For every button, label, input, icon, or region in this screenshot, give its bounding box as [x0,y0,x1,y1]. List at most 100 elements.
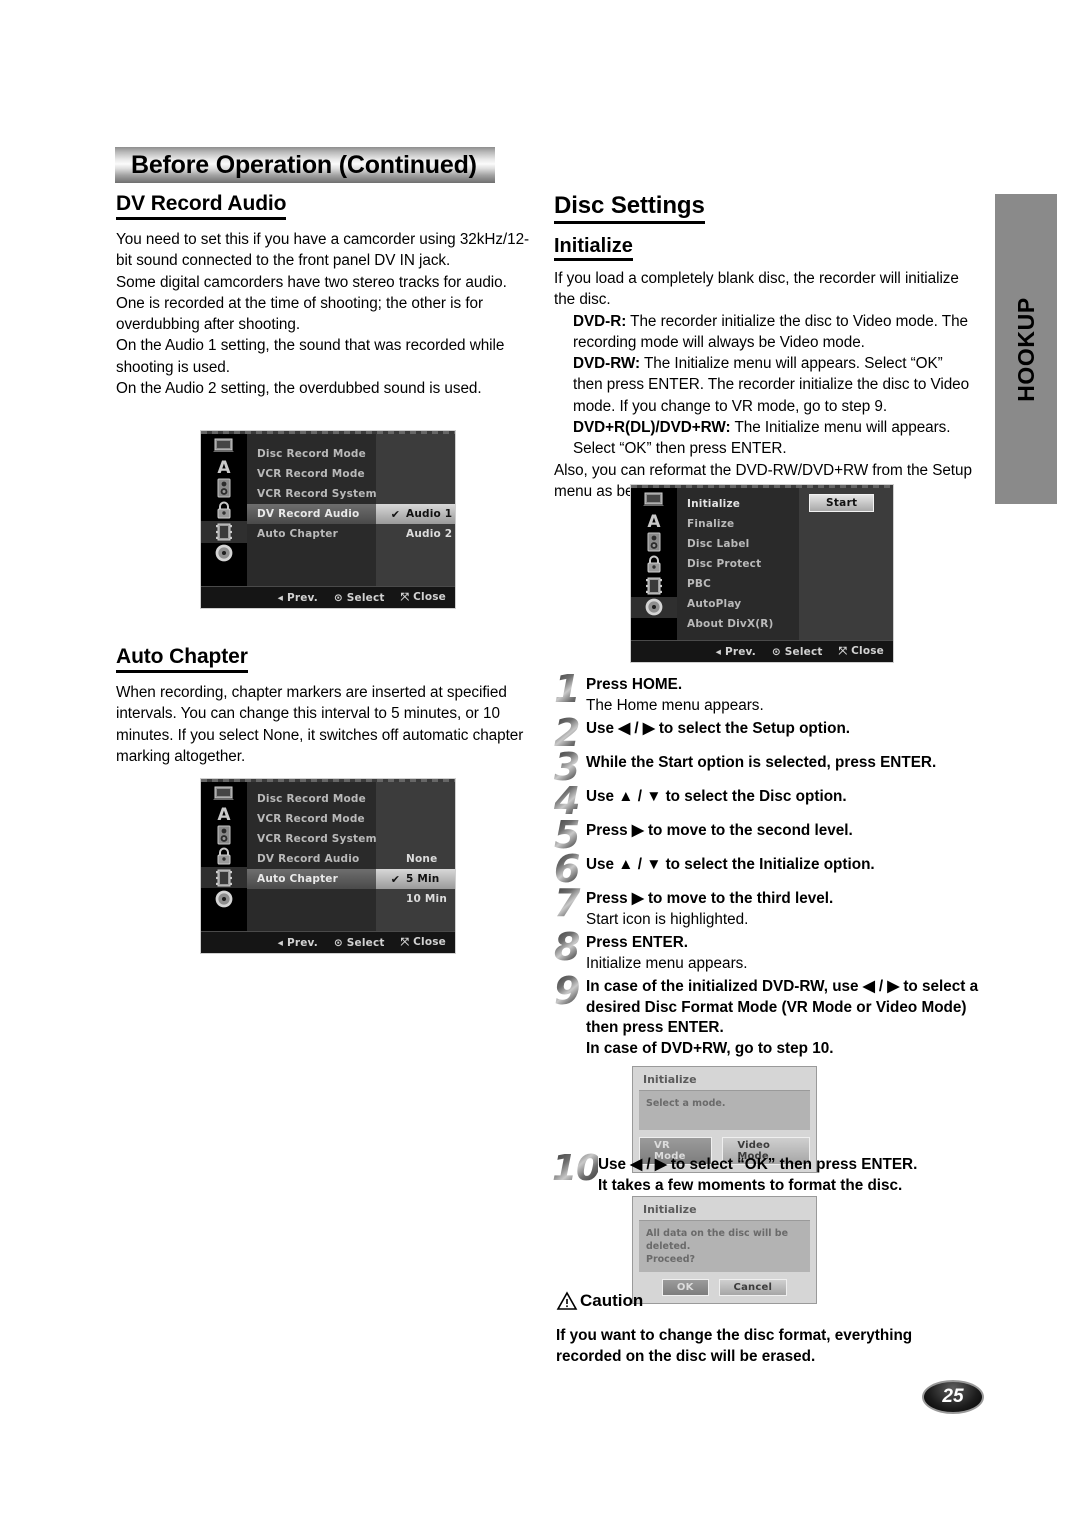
osd-option-label: Audio 1 [406,508,453,520]
osd-menu-item[interactable]: VCR Record System [247,829,377,849]
osd-footer-close[interactable]: ⤧ Close [401,591,446,604]
paragraph-dv-3: On the Audio 1 setting, the sound that w… [116,337,505,376]
osd-option-label: 5 Min [406,873,440,885]
osd-sidebar-2: A [201,782,247,931]
language-icon: A [631,510,677,532]
osd-menu-item[interactable]: Disc Protect [677,554,799,574]
svg-text:A: A [217,458,231,477]
paragraph-dv-4: On the Audio 2 setting, the overdubbed s… [116,380,482,398]
osd-option-label: Audio 2 [406,528,453,540]
osd-option-panel-1: ✔ Audio 1 Audio 2 [376,434,455,586]
osd-footer-2: ◂ Prev. ⊙ Select ⤧ Close [201,931,455,953]
step-3: 3 While the Start option is selected, pr… [554,748,984,786]
display-icon [631,488,677,510]
disc-icon [201,888,247,909]
osd-menu-item-selected[interactable]: Initialize [677,494,799,514]
osd-screenshot-disc-settings: A Initialize Finalize Disc Label Disc Pr… [630,484,894,663]
osd-menu-item[interactable]: VCR Record Mode [247,464,376,484]
check-icon: ✔ [390,872,401,886]
auto-chapter-section: Auto Chapter When recording, chapter mar… [116,645,536,767]
osd-menu-item[interactable]: PBC [677,574,799,594]
step-bold-text: Press ▶ to move to the second level. [586,822,853,839]
osd-footer-select[interactable]: ⊙ Select [334,592,385,604]
steps-list-upper: 1 Press HOME. The Home menu appears. 2 U… [554,670,984,1059]
osd-option-10-min[interactable]: 10 Min [376,889,455,909]
step-number: 9 [554,972,586,1010]
step-bold-text: Press ▶ to move to the third level. [586,890,834,907]
osd-menu-item[interactable]: Auto Chapter [247,524,376,544]
page-title: Before Operation (Continued) [131,150,477,179]
osd-option-audio-1[interactable]: ✔ Audio 1 [376,504,455,524]
osd-footer-select[interactable]: ⊙ Select [334,937,385,949]
step-normal-text: Initialize menu appears. [586,954,748,972]
page-number-badge: 25 [922,1380,984,1414]
dialog-title: Initialize [643,1073,697,1086]
step-bold-text: In case of the initialized DVD-RW, use ◀… [586,978,979,1057]
dialog-title: Initialize [643,1203,697,1216]
step-bold-text: Use ▲ / ▼ to select the Initialize optio… [586,856,875,873]
disc-icon [201,543,247,565]
osd-menu-list-2: Disc Record Mode VCR Record Mode VCR Rec… [247,782,377,931]
right-column: Disc Settings Initialize If you load a c… [554,192,974,502]
osd-menu-item[interactable]: Finalize [677,514,799,534]
osd-footer-prev[interactable]: ◂ Prev. [278,937,318,949]
step-6: 6 Use ▲ / ▼ to select the Initialize opt… [554,850,984,888]
osd-footer-close[interactable]: ⤧ Close [401,936,446,949]
osd-footer-select[interactable]: ⊙ Select [772,646,823,658]
osd-menu-item[interactable]: Disc Record Mode [247,444,376,464]
language-icon: A [201,803,247,824]
page-header-bar: Before Operation (Continued) [115,147,495,183]
heading-dv-record-audio: DV Record Audio [116,192,287,220]
osd-menu-item[interactable]: DV Record Audio [247,849,376,869]
lock-icon [201,846,247,867]
osd-menu-item[interactable]: Disc Record Mode [247,789,376,809]
osd-footer-prev[interactable]: ◂ Prev. [716,646,756,658]
lock-icon [201,499,247,521]
step-normal-text: The Home menu appears. [586,696,764,714]
osd-menu-item-selected[interactable]: Auto Chapter [247,869,376,889]
step-10-container: 10 Use ◀ / ▶ to select “OK” then press E… [552,1151,984,1196]
osd-footer-close[interactable]: ⤧ Close [839,645,884,658]
step-normal-text: Start icon is highlighted. [586,910,749,928]
osd-footer-prev[interactable]: ◂ Prev. [278,592,318,604]
osd-option-audio-2[interactable]: Audio 2 [376,524,455,544]
step-bold-text: Press HOME. [586,676,683,693]
label-dvd-rw: DVD-RW: [573,355,641,373]
osd-menu-item[interactable]: VCR Record Mode [247,809,376,829]
osd-menu-item[interactable]: About DivX(R) [677,614,799,634]
osd-menu-list-3: Initialize Finalize Disc Label Disc Prot… [677,488,799,640]
osd-footer-1: ◂ Prev. ⊙ Select ⤧ Close [201,586,455,608]
language-icon: A [201,456,247,478]
recording-icon [201,520,247,543]
dialog-message: All data on the disc will be deleted. Pr… [639,1220,810,1272]
paragraph-dv-2: Some digital camcorders have two stereo … [116,273,507,334]
osd-menu-item[interactable]: Disc Label [677,534,799,554]
step-number: 1 [554,670,586,708]
osd-option-none[interactable]: None [376,849,455,869]
check-icon: ✔ [390,507,401,521]
caution-heading: Caution [556,1291,956,1311]
step-2: 2 Use ◀ / ▶ to select the Setup option. [554,714,984,752]
osd-option-5-min[interactable]: ✔ 5 Min [376,869,455,889]
section-tab-hookup: HOOKUP [995,194,1057,504]
osd-menu-item-selected[interactable]: DV Record Audio [247,504,376,524]
paragraph-dvd-r: DVD-R: The recorder initialize the disc … [554,311,974,354]
disc-icon [631,596,677,619]
display-icon [201,434,247,456]
osd-menu-item[interactable]: VCR Record System [247,484,377,504]
recording-icon [201,867,247,889]
audio-icon [631,531,677,553]
lock-icon [631,553,677,575]
step-bold-text: While the Start option is selected, pres… [586,754,937,771]
heading-disc-settings: Disc Settings [554,192,705,224]
warning-triangle-icon [556,1291,578,1310]
osd-menu-item[interactable]: AutoPlay [677,594,799,614]
step-number: 8 [554,928,586,966]
start-button[interactable]: Start [809,494,875,512]
manual-page: Before Operation (Continued) HOOKUP DV R… [0,0,1080,1528]
caution-block: Caution If you want to change the disc f… [556,1291,956,1367]
osd-screenshot-auto-chapter: A Disc Record Mode VCR Record Mode VCR R… [200,778,456,954]
paragraph-initialize-intro: If you load a completely blank disc, the… [554,270,959,309]
audio-icon [201,825,247,846]
dialog-message: Select a mode. [639,1090,810,1130]
